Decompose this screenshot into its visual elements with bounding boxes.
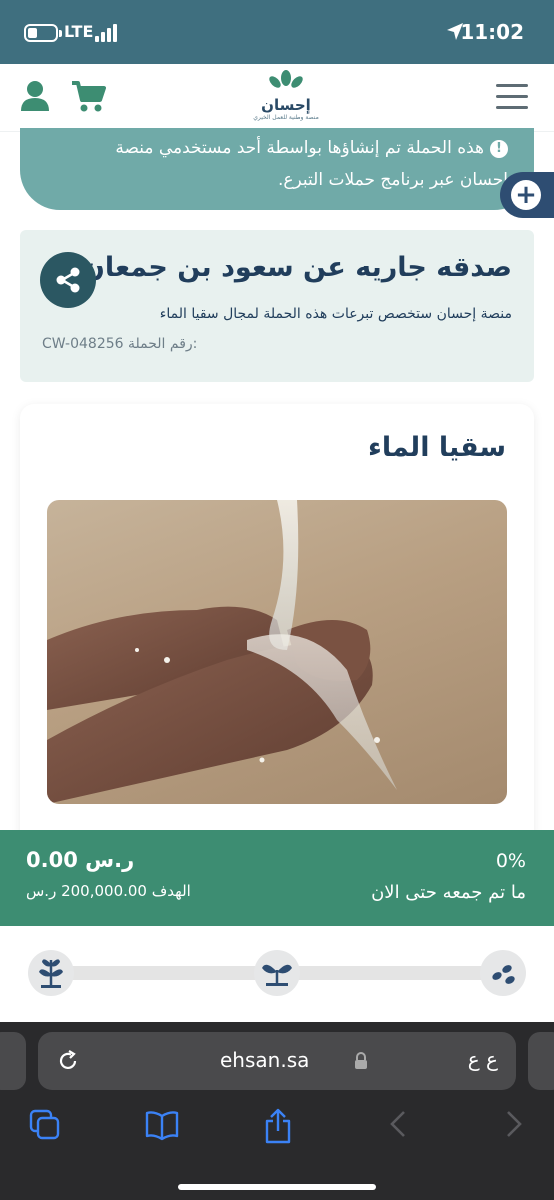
reader-mode-button[interactable]: ع ع <box>468 1047 498 1071</box>
leaves-logo-icon <box>269 70 303 88</box>
status-bar: LTE 11:02 <box>0 0 554 64</box>
browser-bar: ehsan.sa ع ع <box>0 1022 554 1200</box>
logo-subtitle: منصة وطنية للعمل الخيري <box>253 114 319 121</box>
share-icon[interactable] <box>262 1108 294 1144</box>
campaign-title: صدقه جاريه عن سعود بن جمعان <box>81 252 512 283</box>
user-icon[interactable] <box>20 80 50 112</box>
url-text: ehsan.sa <box>220 1048 310 1072</box>
donation-progress-band: 0.00 ر.س الهدف 200,000.00 ر.س 0% ما تم ج… <box>0 830 554 926</box>
tabs-icon[interactable] <box>28 1108 62 1142</box>
address-bar[interactable]: ehsan.sa ع ع <box>38 1032 516 1090</box>
share-button[interactable] <box>40 252 96 308</box>
seeds-icon <box>480 950 526 996</box>
ehsan-logo[interactable]: إحسان منصة وطنية للعمل الخيري <box>246 70 326 128</box>
plus-icon: + <box>511 180 541 210</box>
forward-icon[interactable] <box>504 1108 524 1140</box>
raised-label: ما تم جمعه حتى الان <box>371 882 526 903</box>
battery-icon <box>24 24 62 42</box>
app-header: إحسان منصة وطنية للعمل الخيري <box>0 64 554 132</box>
campaign-card: صدقه جاريه عن سعود بن جمعان منصة إحسان س… <box>20 230 534 382</box>
water-hands-photo <box>47 500 507 804</box>
sprout-icon <box>254 950 300 996</box>
raised-amount: 0.00 ر.س <box>26 848 135 872</box>
goal-amount: الهدف 200,000.00 ر.س <box>26 882 191 900</box>
logo-text: إحسان <box>261 96 311 114</box>
category-title: سقيا الماء <box>368 432 506 463</box>
share-icon <box>56 267 80 293</box>
category-card: سقيا الماء <box>20 404 534 844</box>
campaign-description: منصة إحسان ستخصص تبرعات هذه الحملة لمجال… <box>159 306 512 322</box>
info-icon: ! <box>490 140 508 158</box>
previous-tab[interactable] <box>0 1032 26 1090</box>
campaign-id-value: CW-048256 <box>42 336 124 352</box>
add-floating-button[interactable]: + <box>500 172 554 218</box>
growth-stages <box>0 926 554 1022</box>
clock: 11:02 <box>460 20 524 44</box>
network-type: LTE <box>64 22 94 41</box>
campaign-notice: ! هذه الحملة تم إنشاؤها بواسطة أحد مستخدم… <box>20 128 534 210</box>
lock-icon <box>355 1052 367 1069</box>
back-icon[interactable] <box>388 1108 408 1140</box>
progress-percent: 0% <box>495 850 526 872</box>
campaign-id-label: رقم الحملة: <box>128 336 198 352</box>
reload-icon[interactable] <box>56 1049 80 1073</box>
bookmarks-icon[interactable] <box>144 1108 180 1142</box>
home-indicator[interactable] <box>178 1184 376 1190</box>
signal-icon <box>95 24 119 42</box>
next-tab[interactable] <box>528 1032 554 1090</box>
menu-icon[interactable] <box>496 84 528 110</box>
campaign-id: CW-048256 رقم الحملة: <box>42 336 197 352</box>
notice-line-1: هذه الحملة تم إنشاؤها بواسطة أحد مستخدمي… <box>115 138 484 158</box>
cart-icon[interactable] <box>70 80 106 114</box>
notice-line-2: احسان عبر برنامج حملات التبرع. <box>277 170 508 190</box>
plant-icon <box>28 950 74 996</box>
